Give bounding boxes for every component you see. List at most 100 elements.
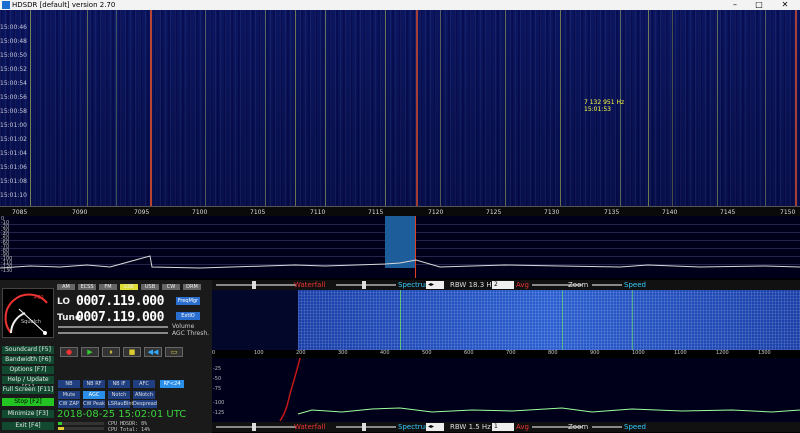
minimize-window-button[interactable]: –	[726, 0, 744, 10]
signal-trace	[440, 10, 441, 206]
notch-button[interactable]: Notch	[108, 391, 130, 399]
af-spectrum[interactable]: -25 -50 -75 -100 -125	[212, 358, 800, 422]
exit-button[interactable]: Exit [F4]	[2, 422, 54, 430]
timestamp-label: 15:00:48	[0, 38, 27, 45]
af-tick: 500	[422, 350, 432, 356]
af-rbw-selector[interactable]: ◂▸	[426, 423, 444, 431]
af-speed-slider[interactable]	[592, 426, 622, 428]
waterfall-contrast-slider[interactable]	[216, 284, 296, 286]
anotch-button[interactable]: ANotch	[133, 391, 155, 399]
slider-knob[interactable]	[362, 281, 366, 289]
rewind-button[interactable]: ◀◀	[144, 347, 162, 357]
af-tick: 700	[506, 350, 516, 356]
slider-knob[interactable]	[362, 423, 366, 431]
signal-trace	[30, 10, 31, 206]
signal-trace	[672, 10, 673, 206]
extio-button[interactable]: ExtIO	[176, 312, 200, 320]
af-tick: 1100	[674, 350, 687, 356]
nb-rf-button[interactable]: NB RF	[83, 380, 105, 388]
spectrum-range-slider[interactable]	[336, 284, 396, 286]
af-spectrum-slider[interactable]	[336, 426, 396, 428]
af-avg-dropdown[interactable]: 1	[492, 423, 514, 431]
frequency-tick: 7125	[486, 209, 502, 216]
mode-cw-button[interactable]: CW	[162, 284, 180, 290]
afc-button[interactable]: AFC	[133, 380, 155, 388]
options-button[interactable]: Options [F7]	[2, 366, 54, 374]
s-meter-tick: +60	[33, 295, 44, 301]
signal-trace	[560, 10, 561, 206]
af-waterfall-slider[interactable]	[216, 426, 296, 428]
volume-slider[interactable]	[58, 326, 168, 328]
squelch-label: Squelch	[21, 319, 41, 325]
af-tick: 400	[380, 350, 390, 356]
signal-trace	[325, 10, 326, 206]
frequency-tick: 7100	[192, 209, 208, 216]
close-window-button[interactable]: ✕	[776, 0, 794, 10]
pause-button[interactable]: ⏸	[102, 347, 120, 357]
avg-dropdown[interactable]: 2	[492, 281, 514, 289]
mode-am-button[interactable]: AM	[57, 284, 75, 290]
despread-button[interactable]: Despread	[133, 400, 157, 408]
speed-slider[interactable]	[592, 284, 622, 286]
af-spectrum-trace	[279, 358, 800, 422]
record-button[interactable]: ●	[60, 347, 78, 357]
soundcard-button[interactable]: Soundcard [F5]	[2, 346, 54, 354]
af-tick: 100	[254, 350, 264, 356]
freqmgr-button[interactable]: FreqMgr	[176, 297, 200, 305]
signal-trace	[265, 10, 266, 206]
window-title: HDSDR [default] version 2.70	[12, 1, 116, 9]
utc-datetime: 2018-08-25 15:02:01 UTC	[57, 409, 187, 420]
mode-drm-button[interactable]: DRM	[183, 284, 201, 290]
timestamp-label: 15:00:46	[0, 24, 27, 31]
annotation-frequency: 7 132 951 Hz	[584, 99, 625, 106]
cpu-total-meter	[58, 427, 104, 430]
stop-playback-button[interactable]: ■	[123, 347, 141, 357]
help-update-button[interactable]: Help / Update [F1]	[2, 376, 54, 391]
rbw-selector[interactable]: ◂▸	[426, 281, 444, 289]
rbw-label: RBW 18.3 Hz	[450, 281, 496, 289]
mode-ecss-button[interactable]: ECSS	[78, 284, 96, 290]
mute-button[interactable]: Mute	[58, 391, 80, 399]
agc-threshold-slider[interactable]	[58, 332, 168, 334]
tune-frequency[interactable]: 0007.119.000	[76, 310, 164, 325]
nb-if-button[interactable]: NB IF	[108, 380, 130, 388]
bandwidth-button[interactable]: Bandwidth [F6]	[2, 356, 54, 364]
timestamp-label: 15:00:50	[0, 52, 27, 59]
signal-trace	[717, 10, 718, 206]
rf-lt24-button[interactable]: RF<24	[160, 380, 184, 388]
rf-spectrum[interactable]: 0 -10 -20 -30 -40 -50 -60 -70 -80 -90 -1…	[0, 216, 800, 278]
signal-trace	[295, 10, 296, 206]
stop-button[interactable]: Stop [F2]	[2, 398, 54, 406]
minimize-button[interactable]: Minimize [F3]	[2, 410, 54, 418]
nb-button[interactable]: NB	[58, 380, 80, 388]
timestamp-label: 15:00:58	[0, 108, 27, 115]
play-button[interactable]: ▶	[81, 347, 99, 357]
mode-fm-button[interactable]: FM	[99, 284, 117, 290]
slider-knob[interactable]	[252, 281, 256, 289]
cpu-total: CPU Total: 14%	[108, 427, 151, 433]
af-avg-label: Avg	[516, 423, 529, 431]
frequency-tick: 7145	[720, 209, 736, 216]
cw-peak-button[interactable]: CW Peak	[83, 400, 105, 408]
af-waterfall-label: Waterfall	[294, 423, 326, 431]
cw-zap-button[interactable]: CW ZAP	[58, 400, 80, 408]
rf-waterfall[interactable]: 15:00:46 15:00:48 15:00:50 15:00:52 15:0…	[0, 10, 800, 206]
mode-lsb-button[interactable]: LSB	[120, 284, 138, 290]
maximize-window-button[interactable]: □	[750, 0, 768, 10]
af-display-controls: Waterfall Spectrum ◂▸ RBW 1.5 Hz 1 Avg Z…	[212, 422, 800, 432]
loop-button[interactable]: ▭	[165, 347, 183, 357]
speed-label: Speed	[624, 281, 646, 289]
timestamp-label: 15:00:52	[0, 66, 27, 73]
slider-knob[interactable]	[252, 423, 256, 431]
signal-trace	[765, 10, 766, 206]
avg-label: Avg	[516, 281, 529, 289]
full-screen-button[interactable]: Full Screen [F11]	[2, 386, 54, 394]
frequency-tick: 7130	[544, 209, 560, 216]
lo-frequency[interactable]: 0007.119.000	[76, 294, 164, 309]
af-waterfall[interactable]	[212, 290, 800, 350]
agc-slow-button[interactable]: AGC Slow	[83, 391, 105, 406]
lsraublnt-button[interactable]: LSRauBlnt	[108, 400, 134, 408]
mode-usb-button[interactable]: USB	[141, 284, 159, 290]
af-rbw-label: RBW 1.5 Hz	[450, 423, 491, 431]
af-tick: 900	[590, 350, 600, 356]
